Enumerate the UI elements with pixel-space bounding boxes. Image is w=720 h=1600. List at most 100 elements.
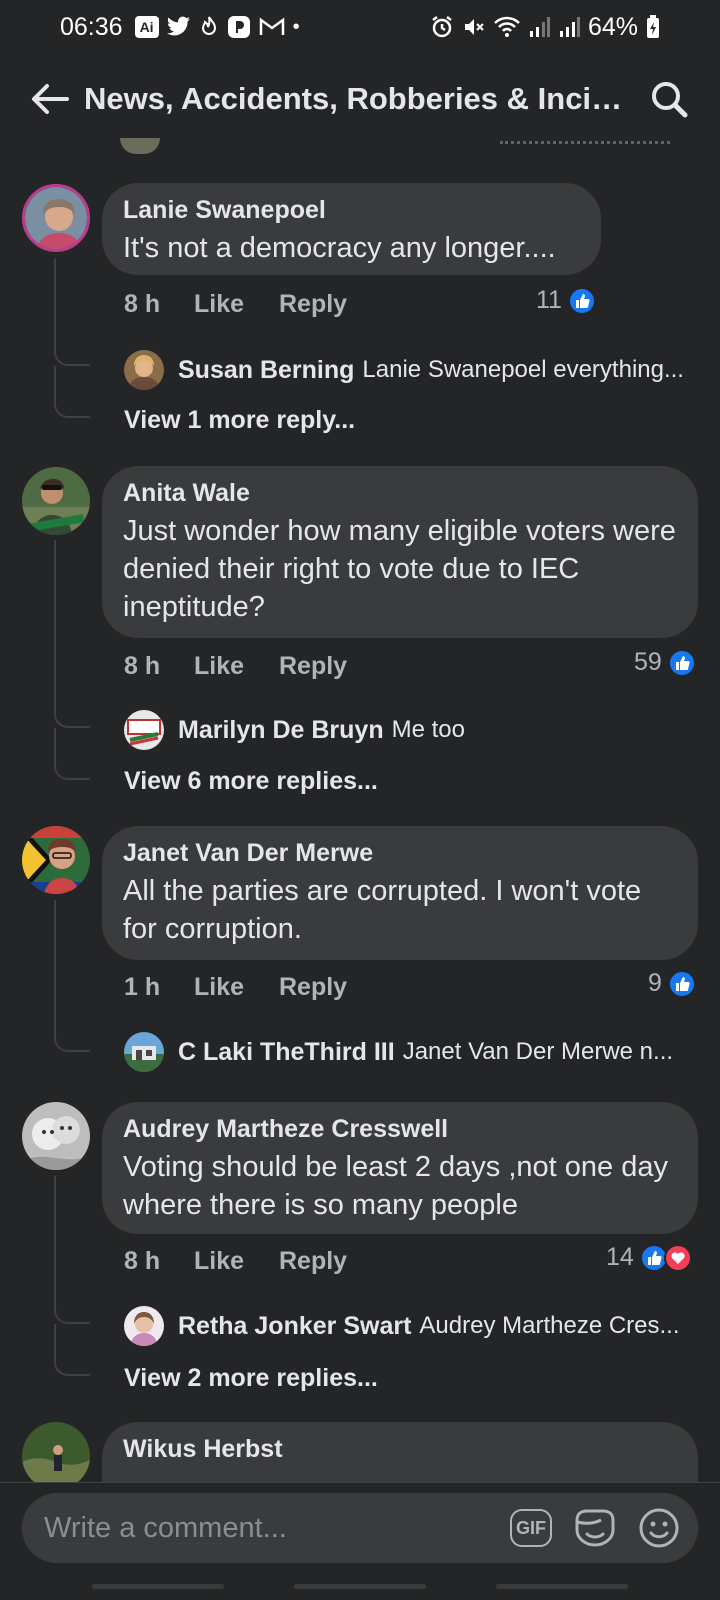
reply-avatar[interactable]	[124, 350, 164, 390]
reply-text: Me too	[391, 716, 465, 743]
reply-avatar[interactable]	[124, 710, 164, 750]
reply-author[interactable]: Susan Berning	[178, 356, 354, 385]
reaction-count: 11	[536, 286, 562, 314]
thread-line	[54, 258, 90, 366]
comment-time[interactable]: 1 h	[124, 973, 194, 1002]
battery-percentage: 64%	[587, 12, 638, 41]
signal-icon	[529, 17, 550, 37]
thread-line	[54, 1324, 90, 1376]
comment-actions: 1 h Like Reply	[124, 973, 347, 1002]
reply-button[interactable]: Reply	[279, 1247, 347, 1276]
like-button[interactable]: Like	[194, 1247, 279, 1276]
status-left-icons: Ai •	[134, 15, 300, 39]
reply-author[interactable]: Marilyn De Bruyn	[178, 716, 384, 745]
comment-composer[interactable]: Write a comment... GIF	[22, 1493, 698, 1563]
comment-bubble[interactable]: Janet Van Der Merwe All the parties are …	[102, 826, 698, 960]
comment-time[interactable]: 8 h	[124, 652, 194, 681]
app-header: News, Accidents, Robberies & Incid...	[0, 64, 720, 134]
reaction-count: 9	[648, 969, 662, 997]
sticker-button[interactable]	[572, 1505, 618, 1551]
like-button[interactable]: Like	[194, 973, 279, 1002]
view-more-replies[interactable]: View 6 more replies...	[124, 767, 378, 796]
reaction-summary[interactable]: 9	[648, 969, 696, 998]
alarm-icon	[432, 16, 452, 38]
avatar-cut-off	[120, 138, 160, 154]
gif-button[interactable]: GIF	[508, 1505, 554, 1551]
reply-author[interactable]: Retha Jonker Swart	[178, 1312, 411, 1341]
comment-author[interactable]: Janet Van Der Merwe	[123, 838, 678, 868]
like-reaction-icon	[667, 648, 696, 677]
reaction-summary[interactable]: 59	[634, 648, 696, 677]
like-reaction-icon	[667, 969, 696, 998]
gmail-icon	[259, 17, 284, 35]
reaction-summary[interactable]: 14	[606, 1243, 692, 1272]
comment-time[interactable]: 8 h	[124, 1247, 194, 1276]
reply-preview[interactable]: Susan Berning Lanie Swanepoel everything…	[124, 350, 694, 390]
mute-icon	[464, 19, 484, 35]
thread-line	[54, 1176, 90, 1324]
status-bar: 06:36 Ai • 64%	[0, 0, 720, 54]
comment-time[interactable]: 8 h	[124, 290, 194, 319]
comment-actions: 8 h Like Reply	[124, 652, 347, 681]
reply-preview[interactable]: Retha Jonker Swart Audrey Martheze Cres.…	[124, 1306, 694, 1346]
comment-bubble[interactable]: Lanie Swanepoel It's not a democracy any…	[102, 183, 601, 275]
system-nav-recent[interactable]	[92, 1584, 224, 1589]
comment-author[interactable]: Lanie Swanepoel	[123, 195, 581, 225]
like-reaction-icon	[567, 286, 596, 315]
reaction-count: 59	[634, 648, 662, 676]
reply-text: Janet Van Der Merwe n...	[402, 1038, 674, 1065]
thread-line	[54, 540, 90, 728]
reaction-count: 14	[606, 1243, 634, 1271]
search-icon	[652, 82, 688, 118]
comment-author[interactable]: Audrey Martheze Cresswell	[123, 1114, 678, 1144]
comment-input[interactable]: Write a comment...	[44, 1512, 490, 1545]
paytm-icon	[227, 16, 250, 38]
text-cut-off	[500, 130, 670, 144]
comment-text: It's not a democracy any longer....	[123, 232, 556, 264]
like-button[interactable]: Like	[194, 652, 279, 681]
view-more-replies[interactable]: View 1 more reply...	[124, 406, 355, 435]
thread-line	[54, 728, 90, 780]
reply-button[interactable]: Reply	[279, 652, 347, 681]
ai-badge-icon: Ai	[134, 16, 159, 38]
like-button[interactable]: Like	[194, 290, 279, 319]
back-button[interactable]	[28, 77, 72, 121]
reply-preview[interactable]: C Laki TheThird III Janet Van Der Merwe …	[124, 1032, 694, 1072]
system-nav-home[interactable]	[294, 1584, 426, 1589]
comment-actions: 8 h Like Reply	[124, 290, 347, 319]
comment-text: All the parties are corrupted. I won't v…	[123, 875, 642, 945]
reply-button[interactable]: Reply	[279, 973, 347, 1002]
system-nav-back[interactable]	[496, 1584, 628, 1589]
sticker-icon	[575, 1509, 615, 1547]
view-more-replies[interactable]: View 2 more replies...	[124, 1364, 378, 1393]
wifi-icon	[494, 16, 520, 37]
twitter-icon	[166, 16, 190, 36]
reply-author[interactable]: C Laki TheThird III	[178, 1038, 395, 1067]
thread-line	[54, 900, 90, 1052]
reply-avatar[interactable]	[124, 1306, 164, 1346]
battery-icon	[647, 15, 659, 38]
status-right-icons: 64%	[430, 13, 660, 42]
reply-button[interactable]: Reply	[279, 290, 347, 319]
avatar[interactable]	[22, 184, 90, 252]
comment-author[interactable]: Anita Wale	[123, 478, 678, 508]
comment-text: Voting should be least 2 days ,not one d…	[123, 1151, 668, 1221]
avatar[interactable]	[22, 826, 90, 894]
avatar[interactable]	[22, 467, 90, 535]
comment-bubble[interactable]: Wikus Herbst	[102, 1422, 698, 1482]
emoji-button[interactable]	[636, 1505, 682, 1551]
signal-icon	[559, 17, 580, 37]
avatar[interactable]	[22, 1102, 90, 1170]
back-arrow-icon	[32, 84, 69, 114]
comment-author[interactable]: Wikus Herbst	[123, 1434, 678, 1464]
reply-preview[interactable]: Marilyn De Bruyn Me too	[124, 710, 694, 750]
search-button[interactable]	[646, 76, 692, 122]
avatar[interactable]	[22, 1422, 90, 1490]
fire-icon	[201, 16, 216, 35]
reaction-summary[interactable]: 11	[536, 286, 596, 315]
reply-avatar[interactable]	[124, 1032, 164, 1072]
status-time: 06:36	[60, 12, 123, 41]
comment-bubble[interactable]: Anita Wale Just wonder how many eligible…	[102, 466, 698, 638]
comment-bubble[interactable]: Audrey Martheze Cresswell Voting should …	[102, 1102, 698, 1234]
love-reaction-icon	[663, 1243, 692, 1272]
